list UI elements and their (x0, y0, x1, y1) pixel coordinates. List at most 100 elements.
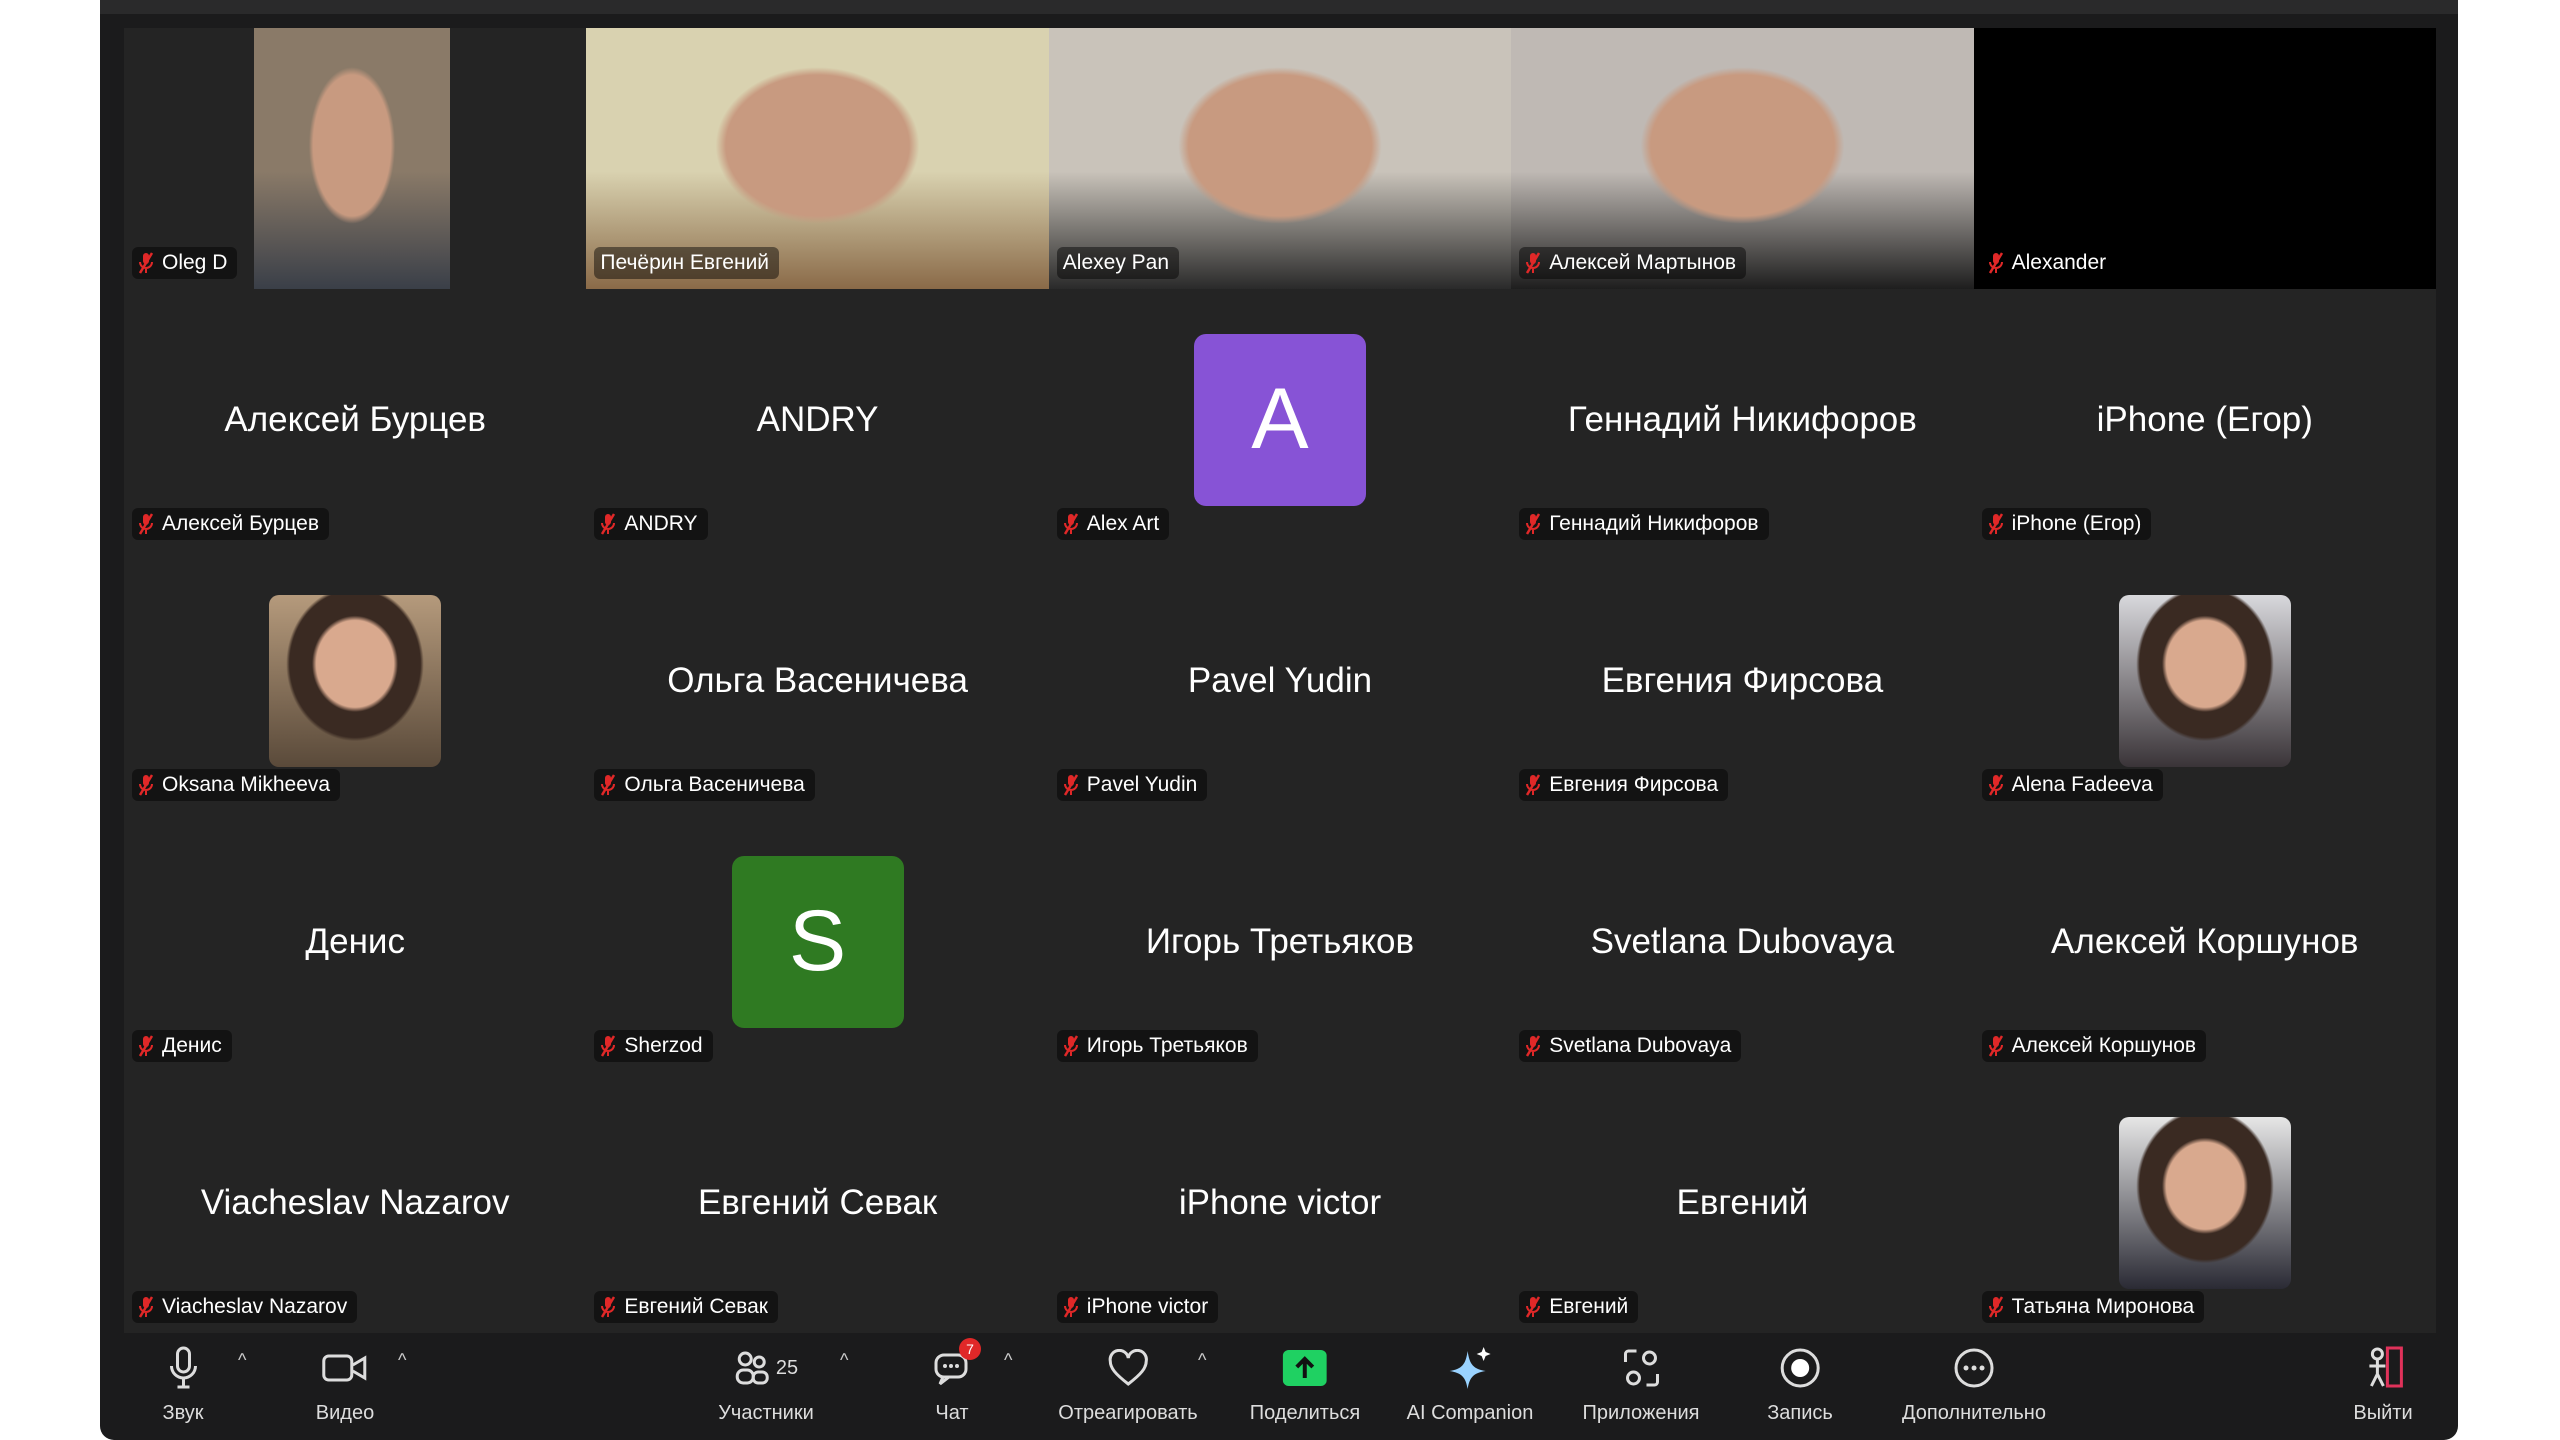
mic-muted-icon (138, 513, 154, 535)
audio-button[interactable]: Звук (162, 1340, 204, 1425)
participant-tile[interactable]: iPhone victor iPhone victor (1048, 1072, 1512, 1333)
participant-name: Печёрин Евгений (600, 251, 770, 274)
participant-name: Viacheslav Nazarov (162, 1295, 348, 1318)
mic-muted-icon (1988, 1296, 2004, 1318)
ai-companion-button[interactable]: AI Companion (1407, 1340, 1533, 1425)
participant-tile[interactable]: Pavel Yudin Pavel Yudin (1048, 550, 1512, 811)
video-options-caret[interactable]: ^ (398, 1350, 406, 1371)
profile-photo (2118, 594, 2291, 767)
apps-icon (1621, 1340, 1661, 1396)
participant-tile[interactable]: Oksana Mikheeva (124, 550, 587, 811)
participant-name: Oksana Mikheeva (162, 773, 331, 796)
participants-button[interactable]: 25 Участники (718, 1340, 814, 1425)
audio-options-caret[interactable]: ^ (238, 1350, 246, 1371)
mic-muted-icon (600, 1296, 616, 1318)
participant-display-name: Алексей Бурцев (224, 399, 487, 439)
participant-tile[interactable]: Геннадий Никифоров Геннадий Никифоров (1511, 289, 1974, 550)
chat-unread-badge: 7 (959, 1338, 981, 1360)
mic-muted-icon (1525, 1035, 1541, 1057)
apps-button[interactable]: Приложения (1582, 1340, 1700, 1425)
react-options-caret[interactable]: ^ (1198, 1350, 1206, 1371)
participants-options-caret[interactable]: ^ (840, 1350, 848, 1371)
participant-tile[interactable]: Денис Денис (124, 811, 587, 1072)
leave-button[interactable]: Выйти (2353, 1340, 2413, 1425)
profile-photo (269, 594, 442, 767)
participant-name: Евгений (1549, 1295, 1629, 1318)
participant-count: 25 (775, 1356, 799, 1379)
participant-name: Alexander (2011, 251, 2107, 274)
participant-tile[interactable]: Евгений Евгений (1511, 1072, 1974, 1333)
participant-tile[interactable]: Печёрин Евгений (586, 28, 1049, 289)
participant-name-label: Alena Fadeeva (1981, 769, 2163, 801)
leave-icon (2363, 1340, 2403, 1396)
share-screen-button[interactable]: Поделиться (1250, 1340, 1360, 1425)
mic-muted-icon (1525, 1296, 1541, 1318)
participant-tile[interactable]: Татьяна Миронова (1973, 1072, 2436, 1333)
chat-options-caret[interactable]: ^ (1004, 1350, 1012, 1371)
participant-tile[interactable]: Алексей Коршунов Алексей Коршунов (1973, 811, 2436, 1072)
participant-name-label: Алексей Коршунов (1981, 1030, 2207, 1062)
participant-tile[interactable]: Alena Fadeeva (1973, 550, 2436, 811)
more-button[interactable]: Дополнительно (1902, 1340, 2046, 1425)
participant-name: ANDRY (624, 512, 698, 535)
mic-muted-icon (1988, 774, 2004, 796)
profile-photo (2118, 1116, 2291, 1289)
participant-tile[interactable]: iPhone (Егор) iPhone (Егор) (1973, 289, 2436, 550)
participant-name-label: ANDRY (594, 508, 708, 540)
participant-tile[interactable]: Oleg D (124, 28, 587, 289)
participant-tile[interactable]: Alexey Pan (1048, 28, 1512, 289)
participant-display-name: Евгений Севак (697, 1182, 938, 1222)
participant-name: iPhone (Егор) (2011, 512, 2142, 535)
participant-name-label: Евгения Фирсова (1519, 769, 1729, 801)
participant-name-label: Oksana Mikheeva (132, 769, 341, 801)
record-icon (1779, 1340, 1821, 1396)
participant-display-name: Евгения Фирсова (1601, 660, 1884, 700)
participant-tile[interactable]: Евгения Фирсова Евгения Фирсова (1511, 550, 1974, 811)
participant-name: Евгения Фирсова (1549, 773, 1719, 796)
record-button[interactable]: Запись (1767, 1340, 1833, 1425)
participant-display-name: Ольга Васеничева (667, 660, 968, 700)
participant-display-name: Алексей Коршунов (2051, 921, 2359, 961)
mic-muted-icon (600, 513, 616, 535)
video-button[interactable]: Видео (316, 1340, 374, 1425)
chat-button[interactable]: 7 Чат (933, 1338, 981, 1425)
participant-tile[interactable]: A Alex Art (1048, 289, 1512, 550)
mic-muted-icon (1525, 774, 1541, 796)
participant-display-name: Pavel Yudin (1187, 660, 1373, 700)
mic-muted-icon (138, 774, 154, 796)
mic-muted-icon (1525, 513, 1541, 535)
participant-display-name: Игорь Третьяков (1145, 921, 1415, 961)
participant-name: Alexey Pan (1062, 251, 1170, 274)
meeting-toolbar: Звук ^ Видео ^ 25 Участники ^ 7 Чат ^ От… (100, 1330, 2458, 1440)
participant-name-label: Sherzod (594, 1030, 713, 1062)
participant-name: Евгений Севак (624, 1295, 768, 1318)
mic-muted-icon (1063, 513, 1079, 535)
participant-display-name: iPhone victor (1178, 1182, 1382, 1222)
participant-tile[interactable]: Ольга Васеничева Ольга Васеничева (586, 550, 1049, 811)
video-camera-icon (322, 1340, 368, 1396)
participant-tile[interactable]: Евгений Севак Евгений Севак (586, 1072, 1049, 1333)
participant-tile[interactable]: S Sherzod (586, 811, 1049, 1072)
participant-tile[interactable]: Алексей Бурцев Алексей Бурцев (124, 289, 587, 550)
participant-tile[interactable]: Viacheslav Nazarov Viacheslav Nazarov (124, 1072, 587, 1333)
participant-tile[interactable]: Alexander (1973, 28, 2436, 289)
participant-name: Алексей Мартынов (1549, 251, 1737, 274)
participant-name-label: Oleg D (132, 247, 238, 279)
participant-name-label: Alexander (1981, 247, 2117, 279)
heart-icon (1107, 1340, 1149, 1396)
participant-tile[interactable]: Алексей Мартынов (1511, 28, 1974, 289)
participant-display-name: iPhone (Егор) (2096, 399, 2313, 439)
mic-muted-icon (600, 1035, 616, 1057)
react-button[interactable]: Отреагировать (1058, 1340, 1198, 1425)
participant-tile[interactable]: Игорь Третьяков Игорь Третьяков (1048, 811, 1512, 1072)
participant-name-label: Евгений Севак (594, 1291, 778, 1323)
participant-name-label: Печёрин Евгений (594, 247, 780, 279)
participant-name-label: Alexey Pan (1056, 247, 1180, 279)
participant-tile[interactable]: ANDRY ANDRY (586, 289, 1049, 550)
participant-display-name: Svetlana Dubovaya (1590, 921, 1895, 961)
title-bar (100, 0, 2458, 14)
zoom-meeting-window: Oleg D Печёрин Евгений Alexey Pan Алексей М… (100, 0, 2458, 1440)
participant-name: Sherzod (624, 1034, 703, 1057)
participant-tile[interactable]: Svetlana Dubovaya Svetlana Dubovaya (1511, 811, 1974, 1072)
participant-display-name: Геннадий Никифоров (1567, 399, 1917, 439)
